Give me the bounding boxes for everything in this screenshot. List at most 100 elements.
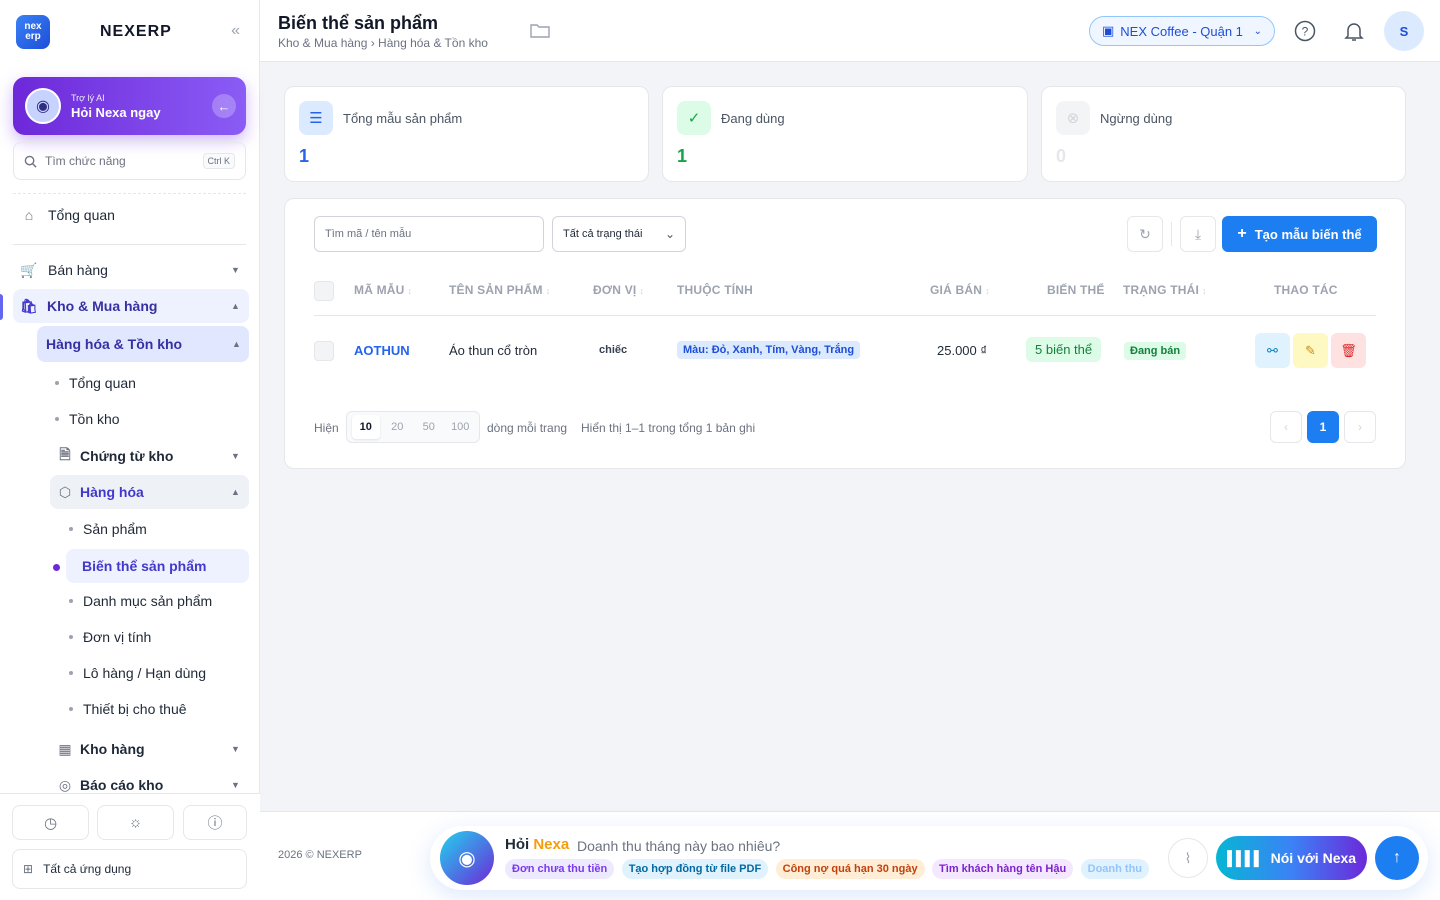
bullet (69, 599, 73, 603)
suggestion-chip[interactable]: Tạo hợp đồng từ file PDF (621, 859, 769, 879)
nav-item-goods-stock[interactable]: Hàng hóa & Tồn kho ▲ (37, 326, 249, 362)
box-icon: ⬡ (58, 483, 72, 500)
next-page-button[interactable]: › (1344, 411, 1376, 443)
nav-sub-rental-devices[interactable]: Thiết bị cho thuê (69, 701, 187, 717)
report-icon: ◎ (58, 776, 72, 793)
variant-count-badge[interactable]: 5 biến thể (1026, 337, 1102, 362)
per-page-label: dòng mỗi trang (487, 421, 568, 435)
view-variants-button[interactable]: ⚯ (1255, 333, 1290, 368)
nav-sub-lots[interactable]: Lô hàng / Hạn dùng (69, 665, 206, 681)
chevron-right-icon: › (1358, 420, 1362, 434)
paperclip-icon[interactable]: ⌇ (1168, 838, 1208, 878)
status-filter-select[interactable]: Tất cả trạng thái ⌄ (552, 216, 686, 252)
button-label: Nói với Nexa (1270, 850, 1357, 866)
ask-name: Nexa (533, 836, 570, 853)
user-avatar[interactable]: S (1384, 11, 1424, 51)
x-circle-icon: ⊗ (1056, 101, 1090, 135)
nav-group-stock-docs[interactable]: 🗎 Chứng từ kho ▼ (50, 439, 249, 473)
download-button[interactable]: ⤓ (1180, 216, 1216, 252)
delete-button[interactable]: 🗑 (1331, 333, 1366, 368)
breadcrumb[interactable]: Kho & Mua hàng › Hàng hóa & Tồn kho (278, 36, 488, 50)
suggestion-chip[interactable]: Công nợ quá hạn 30 ngày (775, 859, 925, 879)
suggestion-chip[interactable]: Doanh thu (1080, 859, 1150, 879)
ask-prefix: Hỏi (505, 836, 530, 853)
ask-input[interactable]: Doanh thu tháng này bao nhiêu? (577, 838, 780, 854)
column-header-price[interactable]: GIÁ BÁN ↕ (930, 283, 990, 297)
active-indicator (0, 294, 3, 320)
page-size-option[interactable]: 20 (383, 415, 411, 439)
stat-card-active: ✓ Đang dùng 1 (662, 86, 1028, 182)
send-button[interactable]: ↑ (1375, 836, 1419, 880)
alert-button[interactable]: ⓘ (183, 805, 247, 840)
bag-icon: 🛍 (20, 297, 38, 314)
bullet (69, 707, 73, 711)
caret-down-icon: ▼ (231, 265, 240, 275)
create-variant-template-button[interactable]: + Tạo mẫu biến thể (1222, 216, 1377, 252)
ai-assistant-card[interactable]: ◉ Trợ lý AI Hỏi Nexa ngay ← (13, 77, 246, 135)
nav-label: Đơn vị tính (83, 629, 152, 645)
download-icon: ⤓ (1194, 225, 1202, 242)
bell-icon[interactable] (1342, 19, 1366, 43)
nav-group-warehouses[interactable]: ▦ Kho hàng ▼ (50, 732, 249, 766)
alert-icon: ⓘ (207, 815, 223, 832)
brand-logo[interactable]: nex erp (16, 15, 50, 49)
suggestion-chips: Đơn chưa thu tiền Tạo hợp đồng từ file P… (505, 859, 1153, 881)
ask-nexa-bar: ◉ Hỏi Nexa Doanh thu tháng này bao nhiêu… (430, 826, 1428, 890)
nav-item-overview[interactable]: ⌂ Tổng quan (20, 200, 250, 230)
home-icon: ⌂ (24, 207, 34, 223)
nav-label: Chứng từ kho (80, 448, 174, 464)
page-size-option[interactable]: 10 (351, 415, 380, 439)
column-header-code[interactable]: MÃ MẪU ↕ (354, 283, 412, 297)
column-header-attributes: THUỘC TÍNH (677, 283, 753, 297)
stat-label: Tổng mẫu sản phẩm (343, 111, 463, 126)
nav-sub-inventory[interactable]: Tồn kho (55, 411, 120, 427)
theme-button[interactable]: ☼ (97, 805, 174, 840)
folder-icon[interactable] (530, 22, 550, 43)
nav-label: Kho hàng (80, 741, 145, 757)
stat-value: 1 (299, 146, 310, 166)
nav-label: Thiết bị cho thuê (83, 701, 187, 717)
double-chevron-left-icon[interactable]: « (231, 22, 240, 40)
page-button-current[interactable]: 1 (1307, 411, 1339, 443)
brand-name: NEXERP (100, 23, 172, 40)
help-icon[interactable]: ? (1293, 19, 1317, 43)
store-selector[interactable]: ▣ NEX Coffee - Quận 1 ⌄ (1089, 16, 1275, 46)
sort-icon: ↕ (545, 286, 551, 296)
nav-sub-categories[interactable]: Danh mục sản phẩm (69, 593, 212, 609)
talk-to-nexa-button[interactable]: ▌▌▌▌ Nói với Nexa (1216, 836, 1367, 880)
ai-card-subtitle: Trợ lý AI (71, 92, 105, 103)
column-header-unit[interactable]: ĐƠN VỊ ↕ (593, 283, 644, 297)
nav-label: Bán hàng (48, 262, 108, 278)
all-apps-button[interactable]: ⊞ Tất cả ứng dụng (12, 849, 247, 889)
search-icon (24, 155, 37, 168)
suggestion-chip[interactable]: Tìm khách hàng tên Hậu (932, 859, 1074, 879)
variant-code-link[interactable]: AOTHUN (354, 343, 410, 358)
column-header-name[interactable]: TÊN SẢN PHẨM ↕ (449, 283, 550, 297)
history-button[interactable]: ◷ (12, 805, 89, 840)
nav-sub-units[interactable]: Đơn vị tính (69, 629, 151, 645)
refresh-button[interactable]: ↻ (1127, 216, 1163, 252)
prev-page-button[interactable]: ‹ (1270, 411, 1302, 443)
page-size-option[interactable]: 50 (415, 415, 443, 439)
row-checkbox[interactable] (314, 341, 334, 361)
variant-search-input[interactable]: Tìm mã / tên mẫu (314, 216, 544, 252)
page-size-option[interactable]: 100 (446, 415, 474, 439)
nav-sub-overview[interactable]: Tổng quan (55, 375, 136, 391)
caret-up-icon: ▲ (231, 301, 240, 311)
nav-item-sales[interactable]: 🛒 Bán hàng ▼ (20, 255, 250, 285)
function-search-input[interactable]: Tìm chức năng Ctrl K (13, 142, 246, 180)
suggestion-chip[interactable]: Đơn chưa thu tiền (505, 859, 615, 879)
divider (13, 193, 246, 194)
arrow-left-icon[interactable]: ← (212, 94, 236, 118)
unit-value: chiếc (599, 344, 628, 356)
bullet (55, 381, 59, 385)
select-all-checkbox[interactable] (314, 281, 334, 301)
nav-sub-products[interactable]: Sản phẩm (69, 521, 147, 537)
status-badge: Đang bán (1124, 342, 1187, 360)
nav-group-goods[interactable]: ⬡ Hàng hóa ▲ (50, 475, 249, 509)
arrow-up-icon: ↑ (1393, 849, 1401, 866)
nav-sub-product-variants[interactable]: Biến thể sản phẩm (66, 549, 249, 583)
nav-item-warehouse-purchase[interactable]: 🛍 Kho & Mua hàng ▲ (13, 289, 249, 323)
column-header-status[interactable]: TRẠNG THÁI ↕ (1123, 283, 1207, 297)
edit-button[interactable]: ✎ (1293, 333, 1328, 368)
